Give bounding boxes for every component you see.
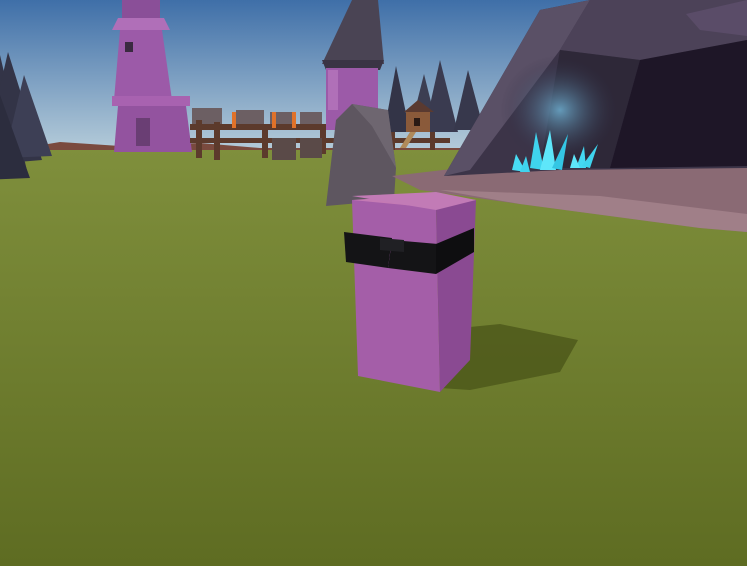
player-character[interactable] bbox=[344, 192, 476, 392]
sunglasses-bridge bbox=[380, 238, 404, 252]
player-front-face bbox=[352, 200, 440, 392]
game-viewport[interactable] bbox=[0, 0, 747, 566]
